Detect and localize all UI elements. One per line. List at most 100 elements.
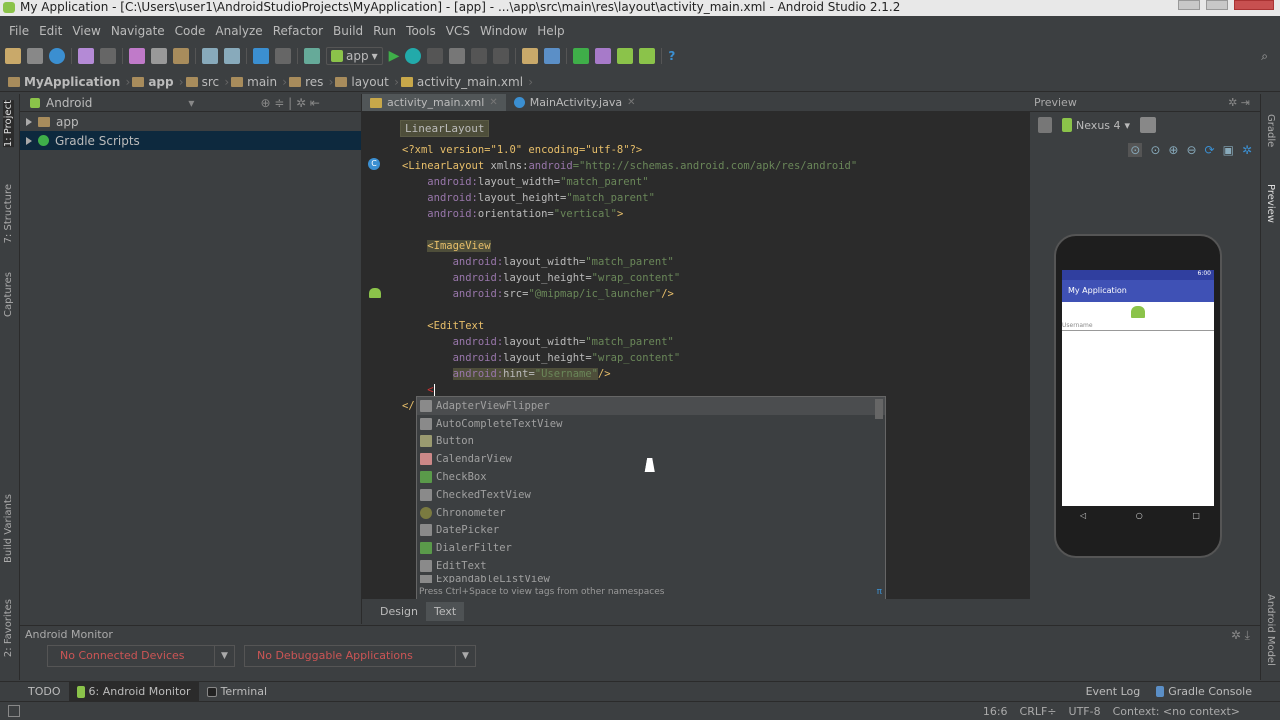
menu-build[interactable]: Build xyxy=(328,22,368,40)
menu-code[interactable]: Code xyxy=(170,22,211,40)
crumb-layout[interactable]: layout xyxy=(335,75,399,89)
screenshot-icon[interactable]: ▣ xyxy=(1223,143,1234,157)
event-log-tool-button[interactable]: Event Log xyxy=(1078,682,1149,702)
search-icon[interactable]: ⌕ xyxy=(1261,49,1268,64)
tab-main-activity-java[interactable]: MainActivity.java ✕ xyxy=(506,94,644,111)
sdk-manager-icon[interactable] xyxy=(573,48,590,64)
tag-breadcrumb[interactable]: LinearLayout xyxy=(400,120,490,137)
maximize-button[interactable] xyxy=(1206,0,1228,10)
replace-icon[interactable] xyxy=(224,48,240,64)
crumb-file[interactable]: activity_main.xml xyxy=(400,75,533,89)
project-tool-button[interactable]: 1: Project xyxy=(3,100,14,148)
line-separator[interactable]: CRLF÷ xyxy=(1020,705,1057,718)
android-model-tool-button[interactable]: Android Model xyxy=(1265,594,1276,666)
menu-refactor[interactable]: Refactor xyxy=(268,22,328,40)
completion-item[interactable]: CheckedTextView xyxy=(417,486,885,504)
forward-icon[interactable] xyxy=(275,48,291,64)
zoom-fit-icon[interactable]: ⊙ xyxy=(1128,143,1143,157)
build-variants-tool-button[interactable]: Build Variants xyxy=(3,494,14,563)
minimize-button[interactable] xyxy=(1178,0,1200,10)
stop-icon[interactable] xyxy=(493,48,510,64)
crumb-res[interactable]: res xyxy=(289,75,334,89)
android-monitor-tool-button[interactable]: 6: Android Monitor xyxy=(68,681,199,702)
android-device-monitor-icon[interactable] xyxy=(639,48,656,64)
tab-activity-main-xml[interactable]: activity_main.xml ✕ xyxy=(362,94,506,111)
completion-item[interactable]: Chronometer xyxy=(417,504,885,522)
gear-icon[interactable]: ✲ ⤓ xyxy=(1231,628,1250,643)
todo-tool-button[interactable]: TODO xyxy=(20,682,69,702)
save-icon[interactable] xyxy=(27,48,43,64)
refresh-icon[interactable]: ⟳ xyxy=(1205,143,1215,157)
menu-vcs[interactable]: VCS xyxy=(441,22,475,40)
encoding[interactable]: UTF-8 xyxy=(1069,705,1101,718)
undo-icon[interactable] xyxy=(78,48,94,64)
zoom-actual-icon[interactable]: ⊙ xyxy=(1150,143,1160,157)
coverage-icon[interactable] xyxy=(449,48,466,64)
completion-item[interactable]: DatePicker xyxy=(417,522,885,540)
attach-debugger-icon[interactable] xyxy=(427,48,444,64)
close-button[interactable] xyxy=(1234,0,1274,10)
caret-position[interactable]: 16:6 xyxy=(983,705,1008,718)
tool-windows-toggle-icon[interactable] xyxy=(8,705,20,717)
tree-item-gradle-scripts[interactable]: Gradle Scripts xyxy=(20,131,361,150)
crumb-project[interactable]: MyApplication xyxy=(8,75,131,89)
terminal-tool-button[interactable]: Terminal xyxy=(199,682,276,702)
make-project-icon[interactable] xyxy=(304,48,320,64)
menu-analyze[interactable]: Analyze xyxy=(210,22,267,40)
tree-item-app[interactable]: app xyxy=(20,112,361,131)
orientation-icon[interactable] xyxy=(1140,117,1157,133)
completion-item[interactable]: ExpandableListView xyxy=(417,574,885,583)
cut-icon[interactable] xyxy=(129,48,145,64)
menu-tools[interactable]: Tools xyxy=(401,22,441,40)
apply-changes-icon[interactable] xyxy=(471,48,488,64)
menu-window[interactable]: Window xyxy=(475,22,532,40)
context[interactable]: Context: <no context> xyxy=(1113,705,1240,718)
completion-scrollbar[interactable] xyxy=(875,399,883,419)
run-icon[interactable]: ▶ xyxy=(389,48,400,64)
completion-item[interactable]: EditText xyxy=(417,557,885,575)
device-select[interactable]: No Connected Devices ▼ xyxy=(47,645,235,667)
project-view-select[interactable]: Android ▾ ⊕ ≑ | ✲ ⇤ xyxy=(20,94,361,112)
class-gutter-icon[interactable]: C xyxy=(368,158,380,170)
run-config-select[interactable]: app ▾ xyxy=(326,47,383,65)
menu-run[interactable]: Run xyxy=(368,22,401,40)
settings-icon[interactable] xyxy=(544,48,561,64)
zoom-out-icon[interactable]: ⊖ xyxy=(1186,143,1196,157)
copy-icon[interactable] xyxy=(151,48,167,64)
crumb-app[interactable]: app xyxy=(132,75,184,89)
completion-item[interactable]: AutoCompleteTextView xyxy=(417,415,885,433)
close-tab-icon[interactable]: ✕ xyxy=(627,97,635,108)
debug-icon[interactable] xyxy=(405,48,422,64)
sync-gradle-icon[interactable] xyxy=(617,48,634,64)
tab-design[interactable]: Design xyxy=(372,602,426,621)
crumb-main[interactable]: main xyxy=(231,75,287,89)
settings-icon[interactable]: ✲ xyxy=(1242,143,1252,157)
structure-tool-button[interactable]: 7: Structure xyxy=(3,184,14,243)
device-config-icon[interactable] xyxy=(1038,117,1052,133)
completion-item[interactable]: Button xyxy=(417,433,885,451)
captures-tool-button[interactable]: Captures xyxy=(3,272,14,317)
tab-text[interactable]: Text xyxy=(425,602,465,621)
sync-icon[interactable] xyxy=(49,48,65,64)
zoom-in-icon[interactable]: ⊕ xyxy=(1168,143,1178,157)
completion-item[interactable]: DialerFilter xyxy=(417,539,885,557)
device-select[interactable]: Nexus 4 ▾ xyxy=(1062,118,1130,132)
find-icon[interactable] xyxy=(202,48,218,64)
menu-help[interactable]: Help xyxy=(532,22,569,40)
preview-tool-button[interactable]: Preview xyxy=(1265,184,1276,223)
gradle-console-tool-button[interactable]: Gradle Console xyxy=(1148,682,1260,702)
open-icon[interactable] xyxy=(5,48,21,64)
completion-item[interactable]: AdapterViewFlipper xyxy=(417,397,885,415)
project-structure-icon[interactable] xyxy=(522,48,539,64)
gear-icon[interactable]: ✲ ⇥ xyxy=(1228,94,1250,112)
paste-icon[interactable] xyxy=(173,48,189,64)
help-icon[interactable]: ? xyxy=(668,49,675,63)
close-tab-icon[interactable]: ✕ xyxy=(489,97,497,108)
menu-file[interactable]: File xyxy=(4,22,34,40)
app-select[interactable]: No Debuggable Applications ▼ xyxy=(244,645,476,667)
panel-actions-icon[interactable]: ⊕ ≑ | ✲ ⇤ xyxy=(260,96,320,110)
back-icon[interactable] xyxy=(253,48,269,64)
menu-navigate[interactable]: Navigate xyxy=(106,22,170,40)
avd-manager-icon[interactable] xyxy=(595,48,612,64)
gradle-tool-button[interactable]: Gradle xyxy=(1265,114,1276,147)
